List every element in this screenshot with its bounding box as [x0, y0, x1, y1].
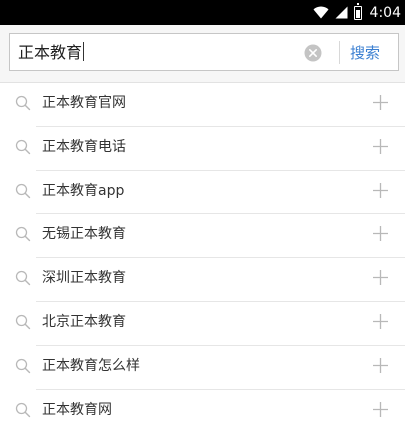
- suggestion-item[interactable]: 正本教育电话: [0, 127, 405, 171]
- search-input[interactable]: 正本教育: [18, 42, 85, 63]
- search-icon: [15, 358, 31, 373]
- suggestion-item[interactable]: 正本教育怎么样: [0, 346, 405, 390]
- plus-icon[interactable]: [372, 182, 389, 199]
- plus-icon[interactable]: [372, 357, 389, 374]
- search-icon: [15, 314, 31, 330]
- plus-icon[interactable]: [372, 94, 389, 111]
- suggestion-item[interactable]: 无锡正本教育: [0, 214, 405, 259]
- status-icons: 4:04: [313, 0, 401, 25]
- search-icon: [15, 402, 31, 417]
- search-button[interactable]: 搜索: [350, 43, 380, 63]
- suggestion-item[interactable]: 深圳正本教育: [0, 258, 405, 302]
- plus-icon[interactable]: [372, 138, 389, 155]
- search-icon: [15, 271, 31, 286]
- plus-icon[interactable]: [372, 269, 389, 286]
- plus-icon[interactable]: [372, 313, 389, 330]
- clear-icon[interactable]: [304, 44, 322, 62]
- suggestion-label: 深圳正本教育: [42, 270, 126, 287]
- suggestion-item[interactable]: 北京正本教育: [0, 302, 405, 346]
- suggestion-label: 无锡正本教育: [42, 226, 126, 243]
- text-cursor: [83, 42, 85, 61]
- plus-icon[interactable]: [372, 401, 389, 418]
- suggestion-list: 正本教育官网 正本教育电话 正本教育app 无锡正本教育 深圳正本教育 北京正本…: [0, 83, 405, 428]
- suggestion-item[interactable]: 正本教育官网: [0, 83, 405, 127]
- suggestion-label: 北京正本教育: [42, 313, 126, 330]
- search-screen: 4:04 正本教育 搜索 正本教育官网 正本教育电话 正本教育app 无锡正本教…: [0, 0, 405, 428]
- search-header: 正本教育 搜索: [0, 25, 405, 83]
- suggestion-item[interactable]: 正本教育网: [0, 390, 405, 428]
- suggestion-label: 正本教育app: [42, 182, 125, 199]
- search-divider: [339, 41, 340, 64]
- search-icon: [15, 183, 31, 198]
- search-query-text: 正本教育: [18, 43, 83, 62]
- search-icon: [15, 139, 31, 154]
- search-box[interactable]: 正本教育 搜索: [9, 33, 399, 71]
- plus-icon[interactable]: [372, 225, 389, 242]
- suggestion-label: 正本教育怎么样: [42, 357, 140, 374]
- signal-icon: [335, 6, 348, 19]
- status-bar: 4:04: [0, 0, 405, 25]
- search-icon: [15, 95, 31, 111]
- suggestion-label: 正本教育电话: [42, 138, 126, 155]
- battery-icon: [353, 2, 362, 20]
- search-icon: [15, 227, 31, 242]
- suggestion-item[interactable]: 正本教育app: [0, 171, 405, 215]
- suggestion-label: 正本教育网: [42, 401, 112, 418]
- suggestion-label: 正本教育官网: [42, 95, 126, 111]
- status-time: 4:04: [369, 4, 401, 21]
- wifi-icon: [313, 6, 329, 19]
